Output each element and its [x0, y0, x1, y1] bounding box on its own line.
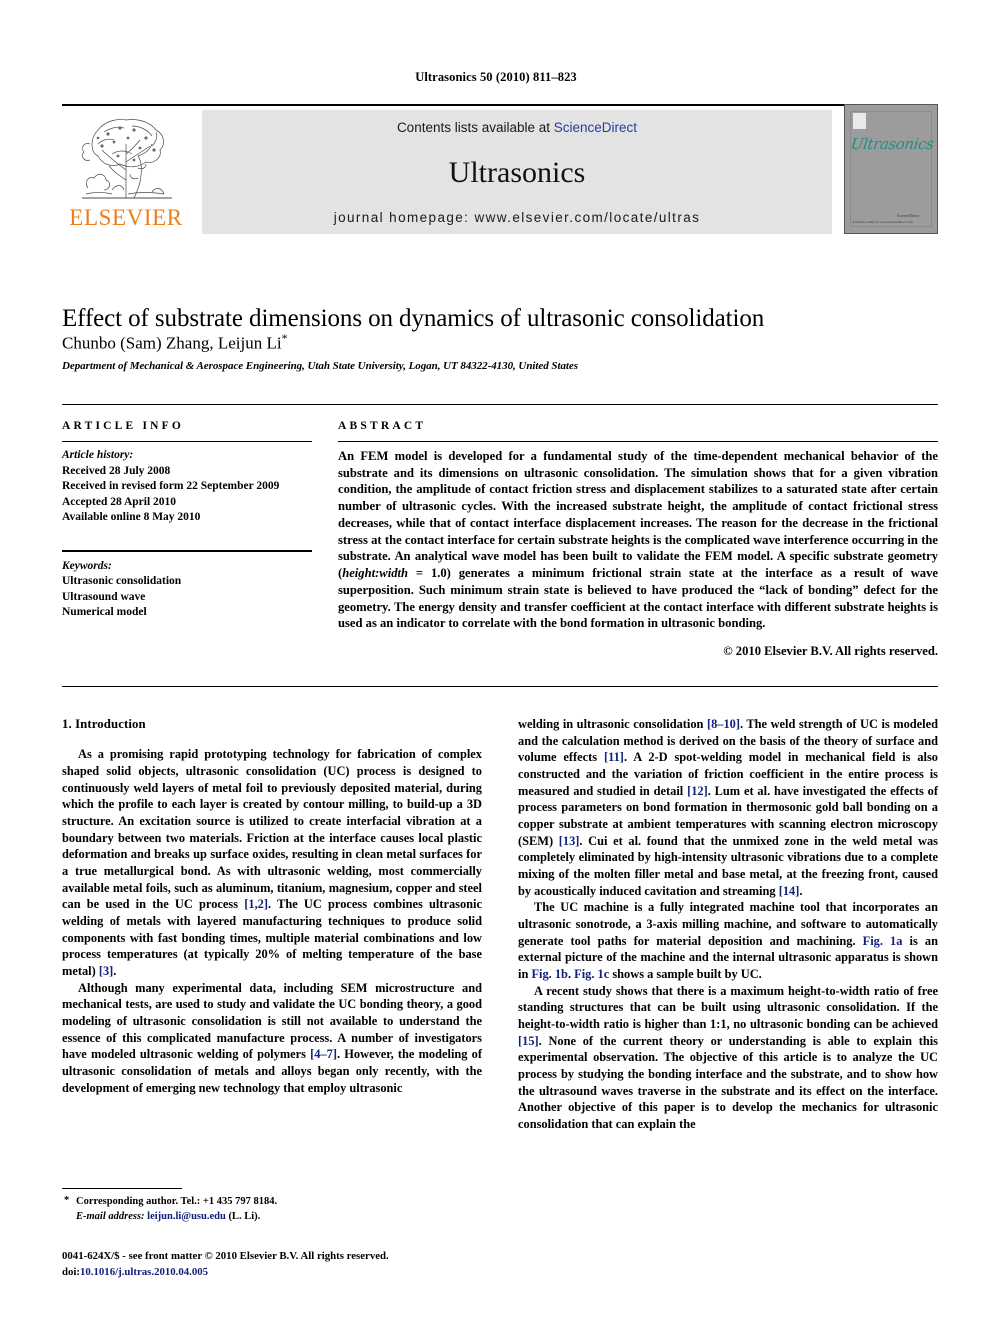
- article-info-heading: ARTICLE INFO: [62, 420, 185, 432]
- masthead-top-rule: [62, 104, 938, 106]
- paragraph-text: As a promising rapid prototyping technol…: [62, 747, 482, 912]
- abstract-part-1: An FEM model is developed for a fundamen…: [338, 449, 938, 581]
- article-info-rule-1: [62, 441, 312, 442]
- authors-names: Chunbo (Sam) Zhang, Leijun Li: [62, 333, 282, 353]
- left-paragraphs-container: As a promising rapid prototyping technol…: [62, 746, 482, 1096]
- citation-link[interactable]: [12]: [687, 784, 708, 798]
- email-owner: (L. Li).: [228, 1210, 261, 1222]
- body-column-right: welding in ultrasonic consolidation [8–1…: [518, 716, 938, 1133]
- footnote-block: * Corresponding author. Tel.: +1 435 797…: [62, 1188, 482, 1224]
- paper-page: Ultrasonics 50 (2010) 811–823 ELSEVIER C…: [0, 0, 992, 1323]
- sciencedirect-banner: Contents lists available at ScienceDirec…: [202, 110, 832, 234]
- corresponding-author-footnote: * Corresponding author. Tel.: +1 435 797…: [62, 1195, 482, 1224]
- journal-title: Ultrasonics: [448, 156, 586, 189]
- history-item: Available online 8 May 2010: [62, 511, 201, 524]
- article-info-spacer: [62, 526, 312, 550]
- panel-bottom-rule: [62, 686, 938, 687]
- imprint-block: 0041-624X/$ - see front matter © 2010 El…: [62, 1249, 522, 1280]
- corresponding-author-marker: *: [281, 331, 288, 345]
- contents-prefix: Contents lists available at: [396, 120, 554, 135]
- keywords-label: Keywords:: [62, 559, 112, 572]
- abstract-italic-term: height:width: [342, 566, 408, 581]
- paragraph-text: welding in ultrasonic consolidation: [518, 717, 707, 731]
- paragraph-text: . None of the current theory or understa…: [518, 1033, 938, 1132]
- elsevier-tree-icon: [82, 119, 172, 199]
- paragraph-text: . Cui et al. found that the unmixed zone…: [518, 833, 938, 898]
- citation-link[interactable]: [4–7]: [310, 1047, 337, 1061]
- footnote-asterisk-icon: *: [64, 1195, 70, 1206]
- article-history-label: Article history:: [62, 449, 134, 461]
- doi-label: doi:: [62, 1265, 80, 1278]
- body-column-left: 1. Introduction As a promising rapid pro…: [62, 716, 482, 1096]
- history-item: Received in revised form 22 September 20…: [62, 480, 280, 493]
- citation-link[interactable]: Fig. 1a: [863, 934, 903, 948]
- citation-link[interactable]: Fig. 1c: [574, 967, 609, 981]
- elsevier-wordmark: ELSEVIER: [69, 205, 183, 230]
- email-label: E-mail address:: [76, 1210, 145, 1222]
- citation-link[interactable]: [14]: [779, 884, 800, 898]
- cover-sciencedirect-mark: ScienceDirect: [896, 213, 920, 218]
- paragraph-text: .: [799, 883, 803, 898]
- elsevier-logo: ELSEVIER: [62, 110, 190, 234]
- paragraph-text: shows a sample built by UC.: [609, 967, 762, 982]
- article-info-block: ARTICLE INFO Article history: Received 2…: [62, 420, 312, 621]
- paragraph-text: A recent study shows that there is a max…: [518, 983, 938, 1032]
- abstract-rule: [338, 441, 938, 442]
- section-heading-introduction: 1. Introduction: [62, 717, 146, 731]
- running-head: Ultrasonics 50 (2010) 811–823: [415, 70, 577, 84]
- sciencedirect-link[interactable]: ScienceDirect: [554, 120, 637, 135]
- email-address-link[interactable]: leijun.li@usu.edu: [147, 1211, 226, 1222]
- doi-link[interactable]: 10.1016/j.ultras.2010.04.005: [80, 1266, 208, 1278]
- cover-elsevier-mark-icon: [853, 113, 866, 129]
- citation-link[interactable]: [13]: [559, 834, 580, 848]
- history-item: Received 28 July 2008: [62, 464, 171, 477]
- citation-link[interactable]: [15]: [518, 1034, 539, 1048]
- citation-link[interactable]: Fig. 1b: [531, 967, 568, 981]
- citation-link[interactable]: [8–10]: [707, 717, 740, 731]
- panel-top-rule: [62, 404, 938, 405]
- body-paragraph: The UC machine is a fully integrated mac…: [518, 899, 938, 982]
- citation-link[interactable]: [11]: [604, 750, 624, 764]
- keyword-item: Numerical model: [62, 606, 147, 619]
- corresponding-author-text: Corresponding author. Tel.: +1 435 797 8…: [76, 1196, 278, 1207]
- journal-masthead: ELSEVIER Contents lists available at Sci…: [62, 104, 938, 234]
- abstract-text: An FEM model is developed for a fundamen…: [338, 448, 938, 632]
- abstract-part-2: = 1.0) generates a minimum frictional st…: [338, 566, 938, 631]
- right-paragraphs-container: welding in ultrasonic consolidation [8–1…: [518, 716, 938, 1133]
- imprint-front-matter: 0041-624X/$ - see front matter © 2010 El…: [62, 1250, 389, 1262]
- article-affiliation: Department of Mechanical & Aerospace Eng…: [62, 360, 578, 372]
- imprint-doi-line: doi:10.1016/j.ultras.2010.04.005: [62, 1265, 522, 1281]
- abstract-heading: ABSTRACT: [338, 420, 427, 432]
- article-title: Effect of substrate dimensions on dynami…: [62, 304, 765, 332]
- journal-cover-thumbnail: Ultrasonics ScienceDirect Available onli…: [844, 104, 938, 234]
- citation-link[interactable]: [1,2]: [244, 897, 268, 911]
- contents-available-line: Contents lists available at ScienceDirec…: [202, 120, 832, 135]
- cover-journal-title: Ultrasonics: [849, 135, 935, 153]
- body-paragraph: welding in ultrasonic consolidation [8–1…: [518, 716, 938, 899]
- cover-bottom-note: Available online at www.sciencedirect.co…: [852, 220, 913, 224]
- journal-homepage-link[interactable]: journal homepage: www.elsevier.com/locat…: [202, 210, 832, 225]
- article-info-rule-2: [62, 549, 312, 552]
- abstract-copyright: © 2010 Elsevier B.V. All rights reserved…: [723, 644, 938, 659]
- keyword-item: Ultrasound wave: [62, 590, 146, 603]
- body-paragraph: As a promising rapid prototyping technol…: [62, 746, 482, 979]
- footnote-rule: [62, 1188, 182, 1189]
- history-item: Accepted 28 April 2010: [62, 495, 177, 508]
- article-authors: Chunbo (Sam) Zhang, Leijun Li*: [62, 331, 938, 354]
- body-paragraph: Although many experimental data, includi…: [62, 980, 482, 1097]
- keyword-item: Ultrasonic consolidation: [62, 575, 182, 588]
- abstract-block: ABSTRACT An FEM model is developed for a…: [338, 420, 938, 659]
- citation-link[interactable]: [3]: [99, 964, 113, 978]
- body-paragraph: A recent study shows that there is a max…: [518, 983, 938, 1133]
- paragraph-text: .: [113, 963, 117, 978]
